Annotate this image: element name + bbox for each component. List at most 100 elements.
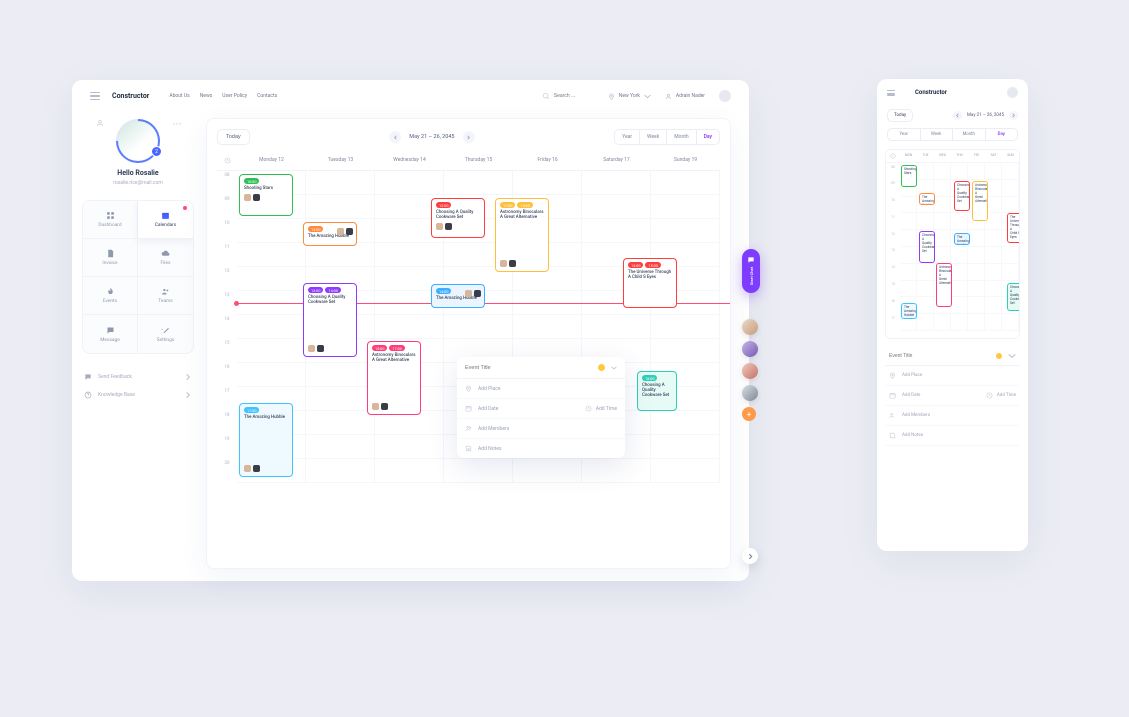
grid-cell[interactable] [237,219,306,243]
grid-cell[interactable] [237,363,306,387]
event-astro-fri[interactable]: 12:0014:00 Astronomy Binoculars A Great … [495,198,549,272]
grid-cell[interactable] [951,281,968,298]
grid-cell[interactable] [968,281,985,298]
location-picker[interactable]: New York [608,93,651,100]
grid-cell[interactable] [444,171,513,195]
grid-cell[interactable] [985,230,1002,247]
grid-cell[interactable] [934,213,951,230]
view-month[interactable]: Month [667,130,696,144]
grid-cell[interactable] [513,459,582,483]
more-icon[interactable]: ••• [173,121,182,128]
grid-cell[interactable] [951,297,968,314]
view-week[interactable]: Week [921,129,954,140]
event-cook-1[interactable]: 13:0014:00 Choosing A Quality Cookware S… [303,283,357,357]
event[interactable]: The Amazing Hubble [954,233,970,245]
view-year[interactable]: Year [888,129,921,140]
search-input[interactable] [554,93,594,99]
avatar[interactable] [742,319,758,335]
grid-cell[interactable] [651,435,720,459]
grid-cell[interactable] [985,314,1002,331]
grid-cell[interactable] [306,435,375,459]
grid-cell[interactable] [582,219,651,243]
grid-cell[interactable] [306,171,375,195]
sidebar-item-invoice[interactable]: Invoice [83,239,138,277]
next-button[interactable] [463,131,475,143]
grid-cell[interactable] [900,281,917,298]
event-title-input[interactable] [889,353,996,359]
grid-cell[interactable] [900,230,917,247]
grid-cell[interactable] [237,339,306,363]
grid-cell[interactable] [237,243,306,267]
event-title-input[interactable] [465,365,598,371]
grid-cell[interactable] [375,171,444,195]
sidebar-item-teams[interactable]: Teams [138,277,193,315]
grid-cell[interactable] [582,195,651,219]
grid-cell[interactable] [934,180,951,197]
grid-cell[interactable] [968,264,985,281]
event[interactable]: Astronomy Binoculars A Great Alternative [972,181,988,221]
grid-cell[interactable] [651,219,720,243]
grid-cell[interactable] [582,171,651,195]
grid-cell[interactable] [513,315,582,339]
event-universe-sun[interactable]: 13:0015:00 The Universe Through A Child … [623,258,677,308]
grid-cell[interactable] [968,163,985,180]
prev-button[interactable] [389,131,401,143]
grid-cell[interactable] [900,213,917,230]
event-hubble-1[interactable]: 13:00 The Amazing Hubble [303,222,357,246]
grid-cell[interactable] [951,314,968,331]
grid-cell[interactable] [1002,163,1019,180]
grid-cell[interactable] [306,195,375,219]
sidebar-item-dashboard[interactable]: Dashboard [83,201,138,239]
grid-cell[interactable] [306,411,375,435]
view-day[interactable]: Day [697,130,719,144]
header-user[interactable]: Adrain Nader [665,93,705,100]
today-button[interactable]: Today [217,129,250,145]
nav-contacts[interactable]: Contacts [257,93,277,99]
grid-cell[interactable] [444,315,513,339]
event[interactable]: The Amazing Hubble [901,303,917,319]
sidebar-item-message[interactable]: Message [83,315,138,353]
add-notes-row[interactable]: Add Notes [457,439,625,458]
view-day[interactable]: Day [986,129,1018,140]
chevron-down-icon[interactable] [611,366,617,370]
grid-cell[interactable] [985,297,1002,314]
add-date-row[interactable]: Add Date Add Time [885,386,1020,406]
color-picker-dot[interactable] [996,353,1002,359]
sidebar-item-calendars[interactable]: Calendars [138,201,193,239]
add-members-row[interactable]: Add Members [457,419,625,439]
grid-cell[interactable] [900,247,917,264]
chevron-down-icon[interactable] [1008,353,1016,359]
avatar[interactable] [742,363,758,379]
event[interactable]: The Universe Through A Child S Eyes [1007,213,1020,243]
grid-cell[interactable] [1002,264,1019,281]
knowledge-base-link[interactable]: Knowledge Base [82,386,194,404]
prev-button[interactable] [953,111,962,120]
grid-cell[interactable] [934,197,951,214]
grid-cell[interactable] [651,411,720,435]
event-astro-1[interactable]: 15:0017:00 Astronomy Binoculars A Great … [367,341,421,415]
grid-cell[interactable] [951,163,968,180]
view-month[interactable]: Month [953,129,986,140]
grid-cell[interactable] [1002,247,1019,264]
sidebar-item-files[interactable]: Files [138,239,193,277]
grid-cell[interactable] [651,315,720,339]
expand-button[interactable] [742,548,758,564]
grid-cell[interactable] [900,197,917,214]
grid-cell[interactable] [513,171,582,195]
avatar[interactable] [742,385,758,401]
start-chat-button[interactable]: Start Chat [742,249,760,293]
view-year[interactable]: Year [615,130,640,144]
avatar[interactable]: 2 [116,119,160,163]
event[interactable]: Choosing A Quality Cookware Set [1007,283,1020,311]
add-place-row[interactable]: Add Place [885,366,1020,386]
menu-icon[interactable] [887,90,895,96]
event-cook-thu[interactable]: 12:00 Choosing A Quality Cookware Set [431,198,485,238]
grid-cell[interactable] [951,247,968,264]
grid-cell[interactable] [968,314,985,331]
search-field[interactable] [542,92,594,100]
grid-cell[interactable] [951,213,968,230]
event[interactable]: Choosing A Quality Cookware Set [954,181,970,211]
event-cook-sun[interactable]: 18:00 Choosing A Quality Cookware Set [637,371,677,411]
notifications-button[interactable] [719,90,731,102]
grid-cell[interactable] [1002,314,1019,331]
